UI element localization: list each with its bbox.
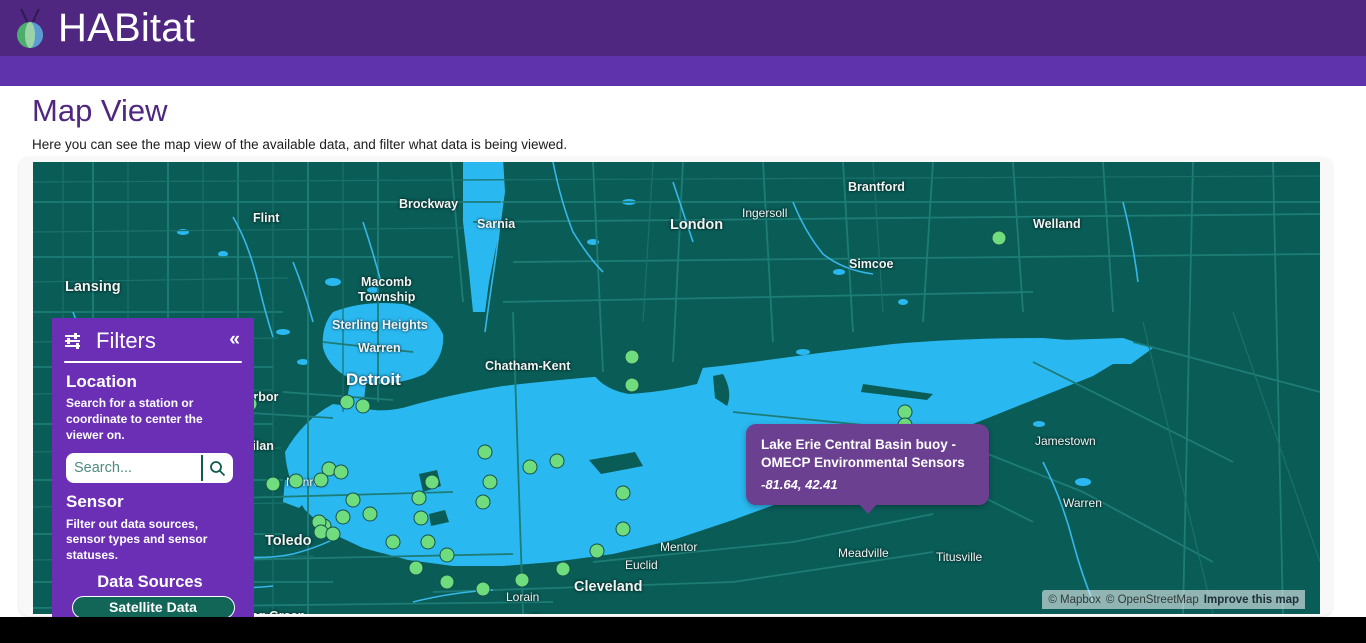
sensor-heading: Sensor bbox=[66, 492, 124, 512]
map-attribution: © Mapbox © OpenStreetMap Improve this ma… bbox=[1042, 590, 1305, 609]
station-marker[interactable] bbox=[589, 543, 605, 559]
station-marker[interactable] bbox=[475, 494, 491, 510]
station-marker[interactable] bbox=[439, 574, 455, 590]
improve-this-map-link[interactable]: Improve this map bbox=[1204, 594, 1299, 606]
station-marker[interactable] bbox=[313, 472, 329, 488]
station-marker[interactable] bbox=[439, 547, 455, 563]
magnifier-icon bbox=[209, 460, 225, 476]
station-marker[interactable] bbox=[420, 534, 436, 550]
station-marker[interactable] bbox=[325, 526, 341, 542]
filter-group-title: Data Sources bbox=[97, 573, 203, 592]
app-root: HABitat Map View Here you can see the ma… bbox=[0, 0, 1366, 643]
station-marker[interactable] bbox=[477, 444, 493, 460]
station-marker[interactable] bbox=[345, 492, 361, 508]
location-search bbox=[66, 453, 233, 484]
station-marker[interactable] bbox=[424, 474, 440, 490]
map-card: Flint Brockway Sarnia London Ingersoll Brantf… bbox=[19, 157, 1332, 643]
page-head: Map View Here you can see the map view o… bbox=[32, 93, 932, 154]
search-button[interactable] bbox=[201, 455, 231, 482]
map-popup[interactable]: Lake Erie Central Basin buoy - OMECP Env… bbox=[746, 424, 989, 515]
sensor-description: Filter out data sources, sensor types an… bbox=[66, 516, 208, 562]
station-marker[interactable] bbox=[339, 394, 355, 410]
station-marker[interactable] bbox=[385, 534, 401, 550]
filters-divider bbox=[64, 361, 242, 363]
station-marker[interactable] bbox=[413, 510, 429, 526]
page-subtitle: Here you can see the map view of the ava… bbox=[32, 137, 568, 153]
station-marker[interactable] bbox=[335, 509, 351, 525]
location-description: Search for a station or coordinate to ce… bbox=[66, 396, 203, 442]
station-marker[interactable] bbox=[624, 349, 640, 365]
popup-coords: -81.64, 42.41 bbox=[761, 477, 838, 493]
page-title: Map View bbox=[32, 93, 168, 128]
habitat-logo bbox=[8, 4, 52, 52]
attribution-mapbox[interactable]: © Mapbox bbox=[1048, 594, 1101, 606]
sliders-icon bbox=[65, 333, 80, 349]
popup-title: Lake Erie Central Basin buoy - OMECP Env… bbox=[761, 437, 965, 471]
station-marker[interactable] bbox=[265, 476, 281, 492]
station-marker[interactable] bbox=[514, 572, 530, 588]
station-marker[interactable] bbox=[362, 506, 378, 522]
filters-title: Filters bbox=[96, 328, 156, 353]
station-marker[interactable] bbox=[615, 521, 631, 537]
station-marker[interactable] bbox=[555, 561, 571, 577]
search-input[interactable] bbox=[68, 455, 201, 482]
filters-header: Filters « bbox=[52, 318, 254, 352]
station-marker[interactable] bbox=[482, 474, 498, 490]
filters-panel: Filters « Location Search for a station … bbox=[52, 318, 254, 643]
attribution-osm[interactable]: © OpenStreetMap bbox=[1106, 594, 1199, 606]
station-marker[interactable] bbox=[615, 485, 631, 501]
station-marker[interactable] bbox=[355, 398, 371, 414]
station-marker[interactable] bbox=[549, 453, 565, 469]
app-header: HABitat bbox=[0, 0, 1366, 56]
station-marker[interactable] bbox=[475, 581, 491, 597]
station-marker[interactable] bbox=[333, 464, 349, 480]
popup-pointer bbox=[858, 504, 877, 515]
collapse-panel-button[interactable]: « bbox=[227, 330, 242, 352]
header-accent-band bbox=[0, 56, 1366, 86]
algae-cell-icon bbox=[17, 8, 43, 48]
bottom-bar bbox=[0, 617, 1366, 643]
station-marker[interactable] bbox=[624, 377, 640, 393]
station-marker[interactable] bbox=[522, 459, 538, 475]
station-marker[interactable] bbox=[408, 560, 424, 576]
brand-title: HABitat bbox=[58, 6, 196, 50]
station-marker[interactable] bbox=[411, 490, 427, 506]
filter-chip-satellite-data[interactable]: Satellite Data bbox=[71, 596, 235, 620]
location-heading: Location bbox=[66, 372, 137, 391]
station-marker[interactable] bbox=[991, 230, 1007, 246]
station-marker[interactable] bbox=[288, 473, 304, 489]
